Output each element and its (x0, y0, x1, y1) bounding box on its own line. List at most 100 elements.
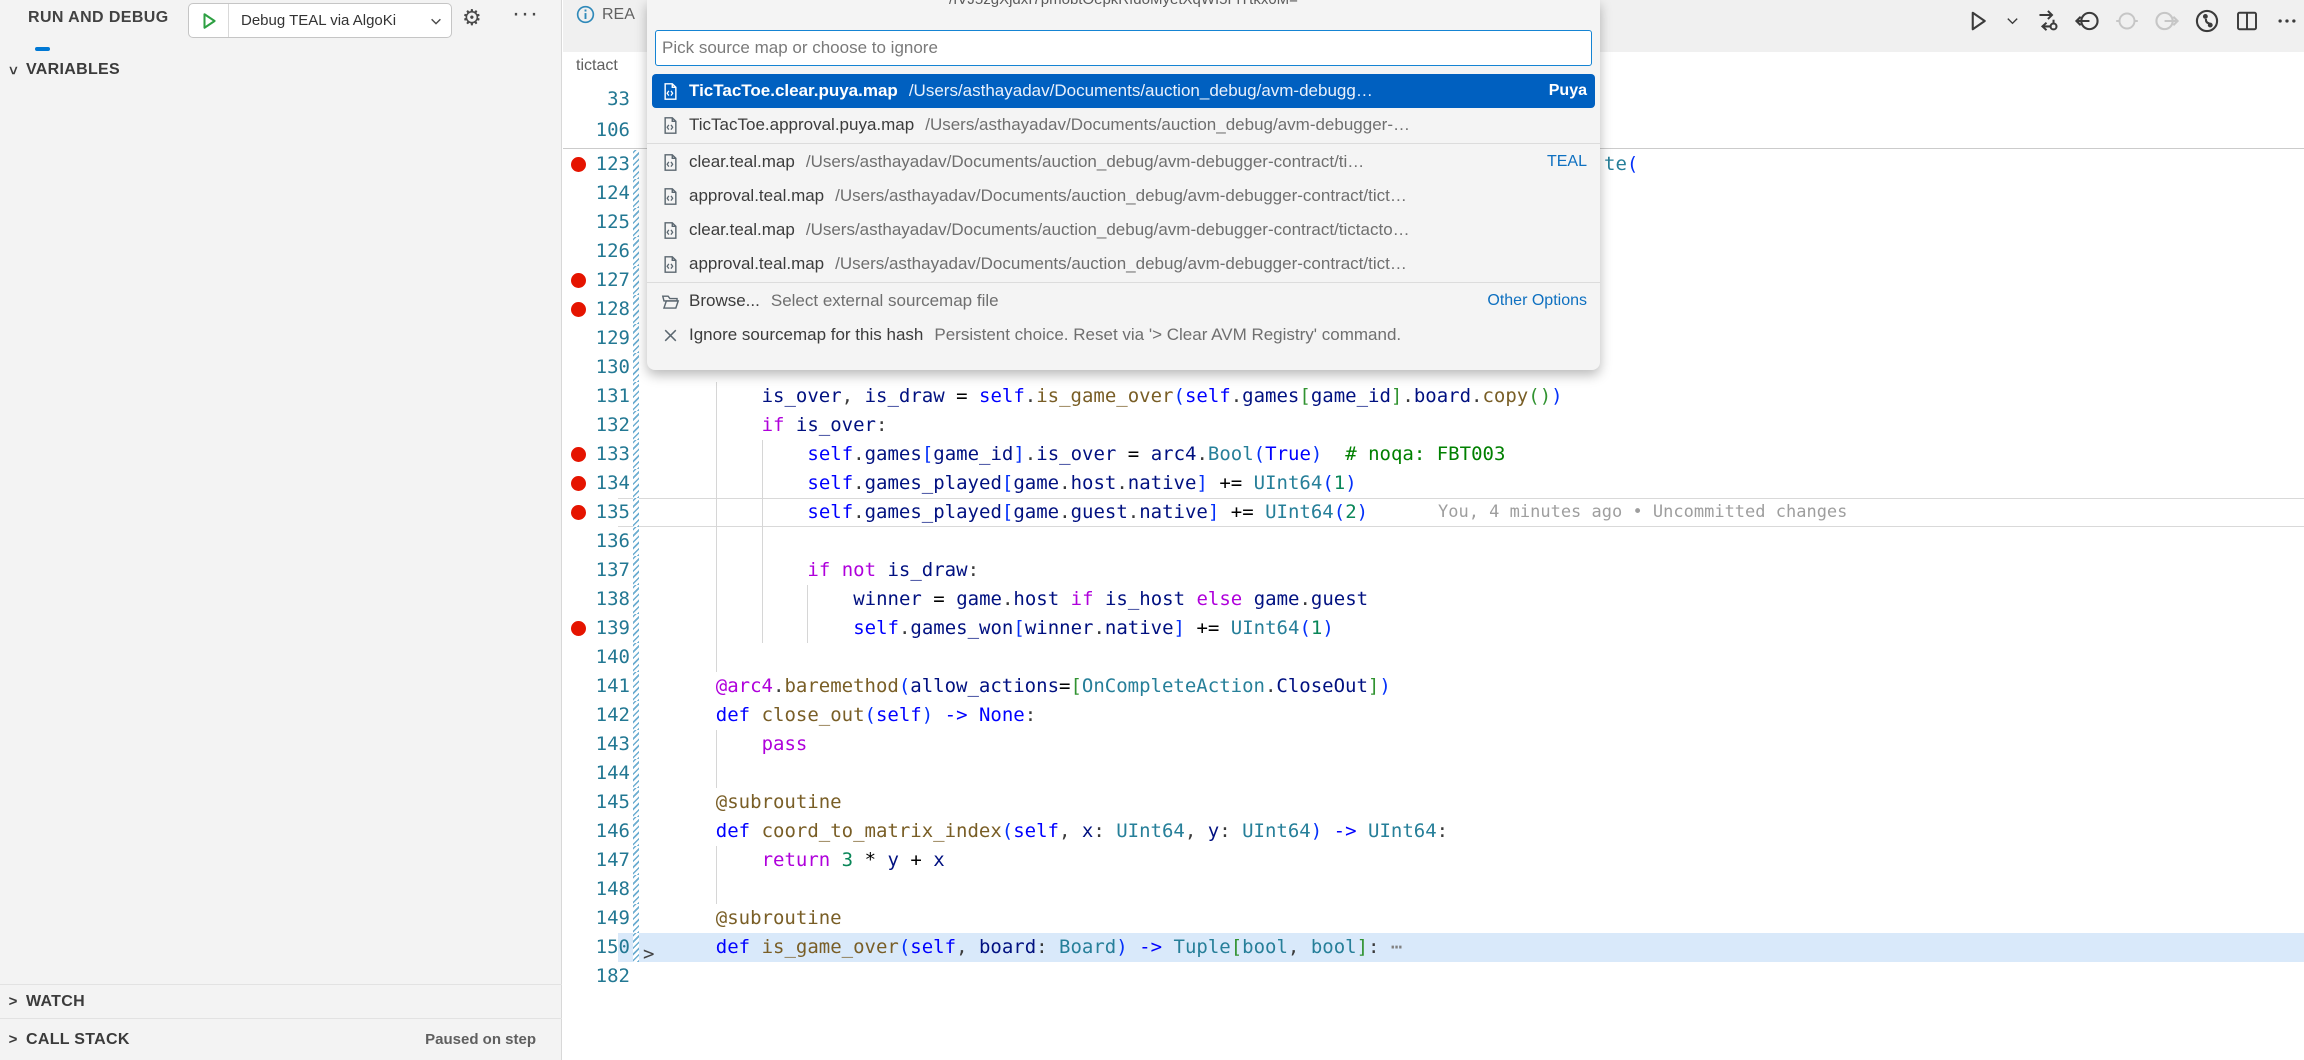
chevron-down-icon (427, 14, 451, 28)
modified-line-gutter-indicator (633, 788, 639, 817)
line-number: 137 (563, 556, 630, 585)
line-number: 182 (563, 962, 630, 991)
code-text: @subroutine (716, 788, 842, 817)
line-number: 141 (563, 672, 630, 701)
code-text: return 3 * y + x (762, 846, 945, 875)
other-options-link[interactable]: Other Options (1477, 292, 1587, 310)
option-description: Select external sourcemap file (771, 291, 999, 311)
sourcemap-option-clear-teal-2[interactable]: clear.teal.map/Users/asthayadav/Document… (652, 213, 1595, 247)
modified-line-gutter-indicator (633, 469, 639, 498)
call-stack-section-header[interactable]: > CALL STACK Paused on step (0, 1018, 562, 1060)
sourcemap-quickpick: /fVJ5zgXjdxI7pmobtOepkRfdoMyetXqWI5FiTtk… (647, 0, 1600, 370)
run-timeline-icon[interactable] (2193, 7, 2220, 34)
debug-config-dropdown[interactable]: Debug TEAL via AlgoKi (188, 3, 452, 38)
code-text: te( (1604, 150, 1638, 179)
line-number: 143 (563, 730, 630, 759)
chevron-down-icon[interactable] (2004, 7, 2020, 34)
code-line-145: 145 @subroutine (563, 788, 2304, 817)
modified-line-gutter-indicator (633, 730, 639, 759)
modified-line-gutter-indicator (633, 295, 639, 324)
line-number: 126 (563, 237, 630, 266)
modified-line-gutter-indicator (633, 846, 639, 875)
watch-section-header[interactable]: > WATCH (0, 984, 562, 1018)
code-line-134: 134self.games_played[game.host.native] +… (563, 469, 2304, 498)
indent-guide (716, 759, 717, 788)
sourcemap-option-approval-teal-2[interactable]: approval.teal.map/Users/asthayadav/Docum… (652, 247, 1595, 281)
modified-line-gutter-indicator (633, 672, 639, 701)
line-number: 145 (563, 788, 630, 817)
line-number: 136 (563, 527, 630, 556)
quickpick-input[interactable] (662, 33, 1582, 62)
line-number: 144 (563, 759, 630, 788)
split-editor-icon[interactable] (2233, 7, 2260, 34)
editor-actions (1964, 7, 2300, 34)
line-number: 147 (563, 846, 630, 875)
more-actions-icon[interactable] (2273, 7, 2300, 34)
variables-label: VARIABLES (26, 61, 120, 79)
code-text: def is_game_over(self, board: Board) -> … (716, 933, 1403, 962)
start-debug-button[interactable] (189, 4, 229, 37)
sourcemap-option-clear-teal-1[interactable]: clear.teal.map/Users/asthayadav/Document… (652, 145, 1595, 179)
line-number: 149 (563, 904, 630, 933)
line-number: 142 (563, 701, 630, 730)
line-number: 146 (563, 817, 630, 846)
option-description: /Users/asthayadav/Documents/auction_debu… (909, 81, 1373, 101)
ignore-option[interactable]: Ignore sourcemap for this hashPersistent… (652, 318, 1595, 352)
code-text: is_over, is_draw = self.is_game_over(sel… (762, 382, 1563, 411)
indent-guide (807, 614, 808, 643)
variables-section-header[interactable]: > VARIABLES (0, 55, 562, 85)
line-number: 33 (563, 85, 630, 114)
indent-guide (716, 527, 717, 556)
code-line-139: 139self.games_won[winner.native] += UInt… (563, 614, 2304, 643)
code-line-131: 131 is_over, is_draw = self.is_game_over(… (563, 382, 2304, 411)
gear-icon[interactable]: ⚙ (462, 5, 482, 31)
line-number: 138 (563, 585, 630, 614)
indent-guide (716, 643, 717, 672)
sourcemap-option-approval-teal-1[interactable]: approval.teal.map/Users/asthayadav/Docum… (652, 179, 1595, 213)
code-line-144: 144 (563, 759, 2304, 788)
compare-changes-icon[interactable] (2033, 7, 2060, 34)
code-file-icon (660, 116, 680, 135)
modified-line-gutter-indicator (633, 179, 639, 208)
line-number: 130 (563, 353, 630, 382)
continue-icon[interactable] (2113, 7, 2140, 34)
sourcemap-option-tictactoe-clear-puya[interactable]: TicTacToe.clear.puya.map/Users/asthayada… (652, 74, 1595, 108)
option-description: /Users/asthayadav/Documents/auction_debu… (835, 254, 1407, 274)
indent-guide (762, 469, 763, 498)
indent-guide (716, 411, 717, 440)
option-description: /Users/asthayadav/Documents/auction_debu… (806, 220, 1410, 240)
close-icon (660, 327, 680, 344)
indent-guide (716, 440, 717, 469)
option-label: approval.teal.map (689, 186, 824, 206)
browse-option[interactable]: Browse...Select external sourcemap fileO… (652, 284, 1595, 318)
code-line-138: 138winner = game.host if is_host else ga… (563, 585, 2304, 614)
breadcrumb[interactable]: tictact (576, 57, 618, 75)
tab-readme[interactable]: REA (576, 5, 635, 24)
code-line-135: 135self.games_played[game.guest.native] … (563, 498, 2304, 527)
tab-label: REA (602, 6, 635, 24)
code-file-icon (660, 221, 680, 240)
code-file-icon (660, 187, 680, 206)
run-icon[interactable] (1964, 7, 1991, 34)
code-text: self.games_played[game.guest.native] += … (807, 498, 1368, 527)
info-file-icon (576, 5, 595, 24)
indent-guide (762, 498, 763, 527)
line-number: 106 (563, 116, 630, 145)
modified-line-gutter-indicator (633, 266, 639, 295)
quickpick-separator (647, 143, 1600, 144)
modified-line-gutter-indicator (633, 643, 639, 672)
indent-guide (716, 875, 717, 904)
chevron-right-icon: > (0, 1031, 26, 1048)
step-back-icon[interactable] (2073, 7, 2100, 34)
indent-guide (716, 556, 717, 585)
indent-guide (716, 498, 717, 527)
code-file-icon (660, 82, 680, 101)
code-text: if not is_draw: (807, 556, 979, 585)
option-label: TicTacToe.approval.puya.map (689, 115, 914, 135)
more-actions-icon[interactable]: ··· (512, 0, 539, 28)
line-number: 131 (563, 382, 630, 411)
line-number: 125 (563, 208, 630, 237)
debug-config-label: Debug TEAL via AlgoKi (229, 12, 427, 29)
step-forward-icon[interactable] (2153, 7, 2180, 34)
sourcemap-option-tictactoe-approval-puya[interactable]: TicTacToe.approval.puya.map/Users/asthay… (652, 108, 1595, 142)
